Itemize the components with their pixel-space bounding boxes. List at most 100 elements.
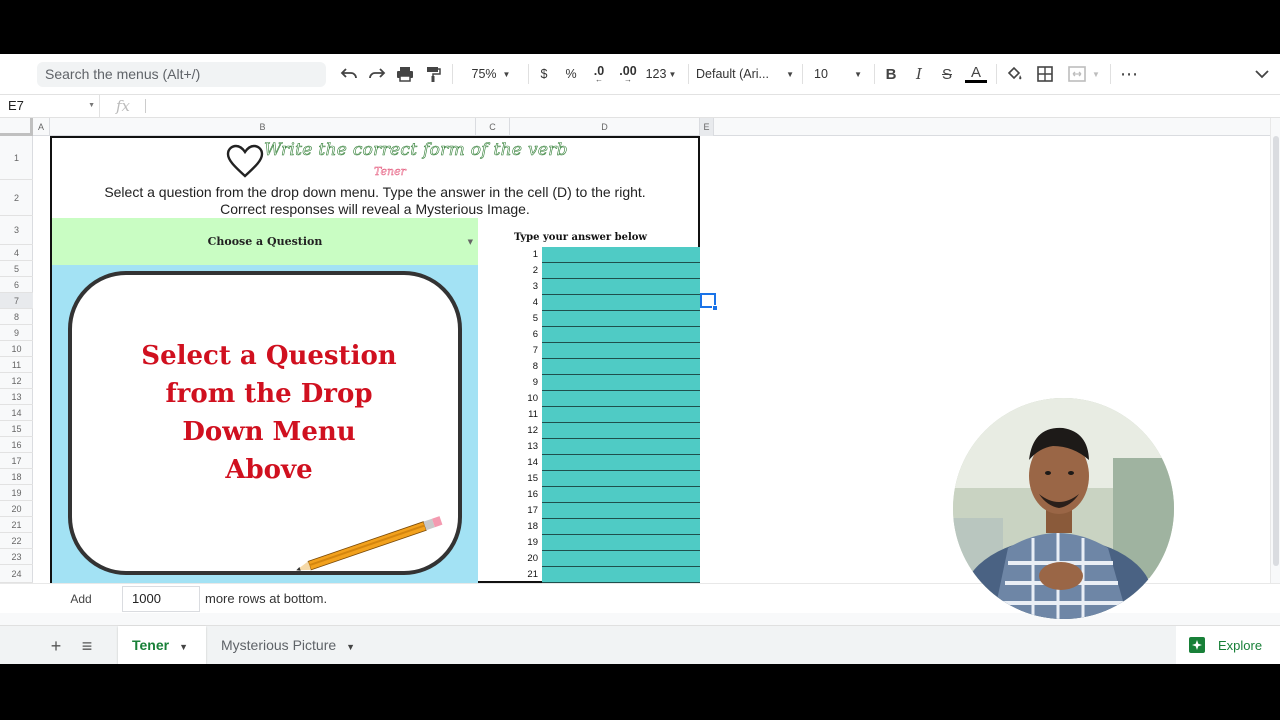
- row-header[interactable]: 19: [0, 485, 33, 501]
- merge-cells-icon: [1068, 66, 1086, 82]
- answer-cell[interactable]: [542, 519, 700, 535]
- currency-format-button[interactable]: $: [536, 62, 552, 86]
- answer-cell[interactable]: [542, 391, 700, 407]
- bold-button[interactable]: B: [882, 62, 900, 86]
- vertical-scrollbar[interactable]: [1270, 118, 1280, 583]
- answer-row: 20: [512, 551, 700, 567]
- row-header[interactable]: 13: [0, 389, 33, 405]
- answer-cell[interactable]: [542, 343, 700, 359]
- answer-cell[interactable]: [542, 263, 700, 279]
- row-header[interactable]: 4: [0, 245, 33, 261]
- row-header[interactable]: 10: [0, 341, 33, 357]
- row-header[interactable]: 6: [0, 277, 33, 293]
- font-family-select[interactable]: Default (Ari... ▼: [696, 62, 794, 86]
- answer-cell[interactable]: [542, 327, 700, 343]
- collapse-toolbar-button[interactable]: [1252, 62, 1272, 86]
- column-header[interactable]: B: [50, 118, 476, 136]
- row-header[interactable]: 2: [0, 180, 33, 216]
- row-header[interactable]: 1: [0, 136, 33, 180]
- explore-button[interactable]: Explore: [1176, 626, 1280, 664]
- add-rows-button[interactable]: Add: [58, 588, 104, 610]
- merge-cells-button[interactable]: ▼: [1064, 62, 1104, 86]
- column-header[interactable]: A: [33, 118, 50, 136]
- name-box[interactable]: E7 ▼: [0, 95, 100, 117]
- font-size-select[interactable]: 10 ▼: [810, 62, 866, 86]
- answer-cell[interactable]: [542, 279, 700, 295]
- search-menus-input[interactable]: Search the menus (Alt+/): [37, 62, 326, 87]
- row-header[interactable]: 11: [0, 357, 33, 373]
- row-header[interactable]: 3: [0, 216, 33, 245]
- number-format-select[interactable]: 123 ▼: [644, 62, 678, 86]
- answer-cell[interactable]: [542, 487, 700, 503]
- row-header[interactable]: 8: [0, 309, 33, 325]
- percent-format-button[interactable]: %: [563, 62, 579, 86]
- paint-format-button[interactable]: [422, 62, 444, 86]
- toolbar-divider: [528, 64, 529, 84]
- answer-cell[interactable]: [542, 423, 700, 439]
- add-rows-label: more rows at bottom.: [205, 591, 328, 606]
- more-options-button[interactable]: ⋯: [1118, 62, 1140, 86]
- row-header[interactable]: 5: [0, 261, 33, 277]
- tab-tener[interactable]: Tener ▼: [118, 626, 206, 664]
- row-header[interactable]: 22: [0, 533, 33, 549]
- question-dropdown[interactable]: Choose a Question ▼: [52, 218, 478, 265]
- answer-header: Type your answer below: [514, 232, 648, 243]
- redo-button[interactable]: [366, 62, 388, 86]
- answer-number: 21: [527, 569, 538, 580]
- answer-cell[interactable]: [542, 311, 700, 327]
- question-dropdown-label: Choose a Question: [207, 235, 323, 248]
- print-icon: [397, 67, 413, 82]
- print-button[interactable]: [394, 62, 416, 86]
- answer-cell[interactable]: [542, 455, 700, 471]
- row-header[interactable]: 23: [0, 549, 33, 565]
- row-header[interactable]: 16: [0, 437, 33, 453]
- increase-decimal-button[interactable]: .00 →: [616, 62, 640, 86]
- fill-color-button[interactable]: [1004, 62, 1026, 86]
- answer-cell[interactable]: [542, 359, 700, 375]
- answer-cell[interactable]: [542, 535, 700, 551]
- answer-cell[interactable]: [542, 471, 700, 487]
- tab-label: Tener: [132, 637, 170, 653]
- borders-button[interactable]: [1034, 62, 1056, 86]
- answer-cell[interactable]: [542, 407, 700, 423]
- column-header[interactable]: D: [510, 118, 700, 136]
- row-header[interactable]: 7: [0, 293, 33, 309]
- row-header[interactable]: 21: [0, 517, 33, 533]
- row-header[interactable]: 9: [0, 325, 33, 341]
- answer-cell[interactable]: [542, 295, 700, 311]
- row-header[interactable]: 24: [0, 565, 33, 583]
- text-color-button[interactable]: A: [964, 62, 988, 86]
- row-header[interactable]: 15: [0, 421, 33, 437]
- all-sheets-icon[interactable]: ≡: [77, 636, 97, 656]
- column-header[interactable]: C: [476, 118, 510, 136]
- formula-input[interactable]: [145, 99, 146, 113]
- row-header[interactable]: 20: [0, 501, 33, 517]
- toolbar-divider: [688, 64, 689, 84]
- answer-cell[interactable]: [542, 551, 700, 567]
- zoom-select[interactable]: 75% ▼: [462, 62, 520, 86]
- fill-handle[interactable]: [712, 305, 718, 311]
- answer-cell[interactable]: [542, 439, 700, 455]
- answer-row: 14: [512, 455, 700, 471]
- prompt-line: Above: [225, 455, 313, 485]
- answer-cell[interactable]: [542, 503, 700, 519]
- row-header[interactable]: 17: [0, 453, 33, 469]
- italic-button[interactable]: I: [910, 62, 928, 86]
- tab-mysterious-picture[interactable]: Mysterious Picture ▼: [207, 626, 369, 664]
- presenter-photo: [953, 398, 1174, 619]
- row-header[interactable]: 12: [0, 373, 33, 389]
- select-all-corner[interactable]: [0, 118, 33, 136]
- rows-count-input[interactable]: 1000: [122, 586, 200, 612]
- row-header[interactable]: 18: [0, 469, 33, 485]
- scrollbar-thumb[interactable]: [1273, 136, 1279, 566]
- answer-cell[interactable]: [542, 375, 700, 391]
- add-sheet-icon[interactable]: +: [46, 636, 66, 656]
- strikethrough-button[interactable]: S: [938, 62, 956, 86]
- answer-cell[interactable]: [542, 247, 700, 263]
- decrease-decimal-button[interactable]: .0 ←: [588, 62, 610, 86]
- dropdown-arrow-icon[interactable]: ▼: [468, 237, 473, 246]
- column-header[interactable]: E: [700, 118, 714, 136]
- row-header[interactable]: 14: [0, 405, 33, 421]
- undo-button[interactable]: [338, 62, 360, 86]
- answer-cell[interactable]: [542, 567, 700, 583]
